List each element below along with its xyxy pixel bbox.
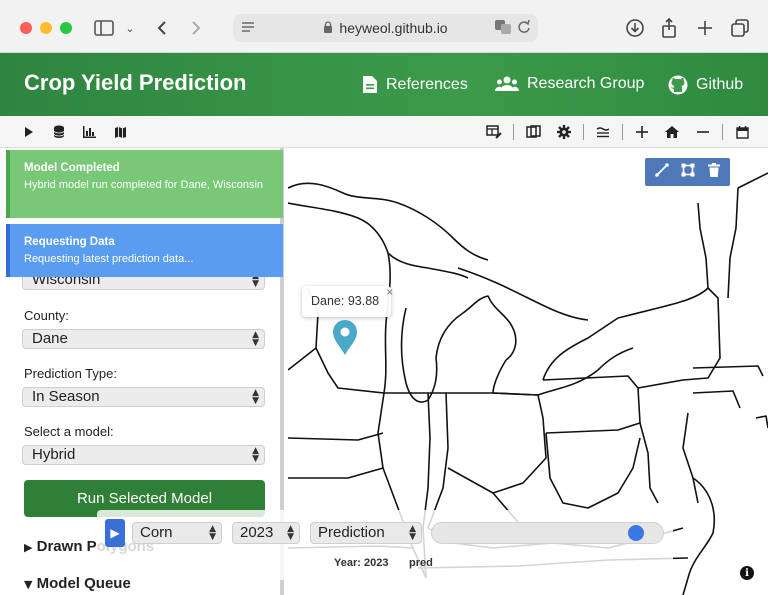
users-icon	[495, 76, 519, 91]
toolbar-divider	[722, 124, 723, 140]
draw-line-icon[interactable]	[655, 163, 669, 181]
county-select-value: Dane	[32, 330, 68, 347]
document-icon	[363, 76, 377, 93]
nav-research-group[interactable]: Research Group	[495, 75, 644, 93]
download-icon[interactable]	[622, 15, 648, 41]
crop-select-value: Corn	[140, 524, 173, 541]
model-select-value: Hybrid	[32, 446, 76, 463]
info-icon[interactable]: i	[740, 566, 754, 580]
tabs-icon[interactable]	[727, 15, 753, 41]
toolbar-divider	[513, 124, 514, 140]
select-arrows-icon: ▲▼	[252, 330, 259, 348]
prediction-type-label: Prediction Type:	[24, 366, 117, 381]
layer-select-value: Prediction	[318, 524, 385, 541]
app-title: Crop Yield Prediction	[24, 70, 247, 95]
model-label: Select a model:	[24, 424, 114, 439]
filter-lines-icon[interactable]	[594, 123, 612, 141]
year-select[interactable]: 2023 ▲ ▼	[232, 522, 300, 544]
calendar-icon[interactable]	[733, 123, 751, 141]
zoom-in-icon[interactable]	[633, 123, 651, 141]
nav-references-label: References	[386, 75, 468, 93]
select-arrows-icon: ▲▼	[287, 524, 294, 542]
github-icon	[668, 75, 688, 95]
table-edit-icon[interactable]	[485, 123, 503, 141]
draw-rectangle-icon[interactable]	[681, 163, 695, 181]
app-header: Crop Yield Prediction References Researc…	[0, 53, 768, 116]
map-toolbar	[0, 116, 768, 148]
county-label: County:	[24, 308, 69, 323]
database-icon[interactable]	[50, 123, 68, 141]
year-select-value: 2023	[240, 524, 274, 541]
forward-icon[interactable]	[183, 15, 209, 41]
address-bar[interactable]: heyweol.github.io	[233, 14, 538, 42]
gear-icon[interactable]	[555, 123, 573, 141]
prediction-type-select-value: In Season	[32, 388, 100, 405]
timeline-play-button[interactable]: ▶	[105, 519, 125, 547]
reload-icon[interactable]	[517, 19, 531, 38]
new-tab-icon[interactable]	[692, 15, 718, 41]
share-icon[interactable]	[656, 15, 682, 41]
zoom-window-button[interactable]	[60, 22, 72, 34]
select-arrows-icon: ▲▼	[252, 446, 259, 464]
select-arrows-icon: ▲▼	[409, 524, 416, 542]
close-icon[interactable]: ×	[386, 277, 393, 308]
prediction-type-select[interactable]: In Season ▲ ▼	[22, 387, 265, 407]
home-icon[interactable]	[663, 123, 681, 141]
close-window-button[interactable]	[20, 22, 32, 34]
translate-icon[interactable]	[494, 19, 512, 38]
sidebar-icon[interactable]	[91, 15, 117, 41]
tooltip-text: Dane: 93.88	[311, 294, 380, 308]
timeline-layer-label: pred	[409, 557, 433, 569]
model-select[interactable]: Hybrid ▲ ▼	[22, 445, 265, 465]
bar-chart-icon[interactable]	[80, 123, 98, 141]
toast-message: Requesting latest prediction data...	[24, 253, 194, 265]
layers-map-icon[interactable]	[524, 123, 542, 141]
county-select[interactable]: Dane ▲ ▼	[22, 329, 265, 349]
toast-title: Model Completed	[24, 162, 120, 174]
toast-message: Hybrid model run completed for Dane, Wis…	[24, 179, 264, 191]
trash-icon[interactable]	[707, 163, 720, 181]
map-icon[interactable]	[111, 123, 129, 141]
layer-select[interactable]: Prediction ▲ ▼	[310, 522, 422, 544]
lock-icon	[323, 20, 333, 36]
toast-requesting-data[interactable]: Requesting Data Requesting latest predic…	[6, 224, 283, 277]
caret-down-icon: ▼	[24, 578, 33, 591]
crop-select[interactable]: Corn ▲ ▼	[132, 522, 222, 544]
select-arrows-icon: ▲▼	[209, 524, 216, 542]
chevron-down-icon[interactable]: ⌄	[117, 15, 143, 41]
nav-references[interactable]: References	[362, 75, 468, 94]
county-tooltip: Dane: 93.88 ×	[302, 285, 393, 317]
nav-github-label: Github	[696, 76, 744, 93]
caret-right-icon: ▶	[24, 541, 33, 554]
zoom-out-icon[interactable]	[694, 123, 712, 141]
select-arrows-icon: ▲▼	[252, 388, 259, 406]
draw-tools	[645, 158, 730, 186]
nav-research-group-label: Research Group	[527, 75, 645, 92]
toast-title: Requesting Data	[24, 236, 115, 248]
timeline-year-label: Year: 2023	[334, 557, 389, 569]
back-icon[interactable]	[149, 15, 175, 41]
minimize-window-button[interactable]	[40, 22, 52, 34]
url-text: heyweol.github.io	[339, 20, 448, 36]
toolbar-divider	[622, 124, 623, 140]
year-slider-thumb[interactable]	[628, 525, 645, 541]
play-icon[interactable]	[20, 123, 38, 141]
toast-model-completed[interactable]: Model Completed Hybrid model run complet…	[6, 150, 283, 218]
toolbar-divider	[583, 124, 584, 140]
map-pin-icon[interactable]	[332, 320, 358, 361]
page-icon	[241, 20, 255, 37]
time-control: ▶ Corn ▲ ▼ 2023 ▲ ▼ Prediction ▲ ▼ Year: 20…	[97, 510, 673, 580]
nav-github[interactable]: Github	[668, 75, 743, 95]
browser-chrome: ⌄ heyweol.github.io	[0, 0, 768, 53]
